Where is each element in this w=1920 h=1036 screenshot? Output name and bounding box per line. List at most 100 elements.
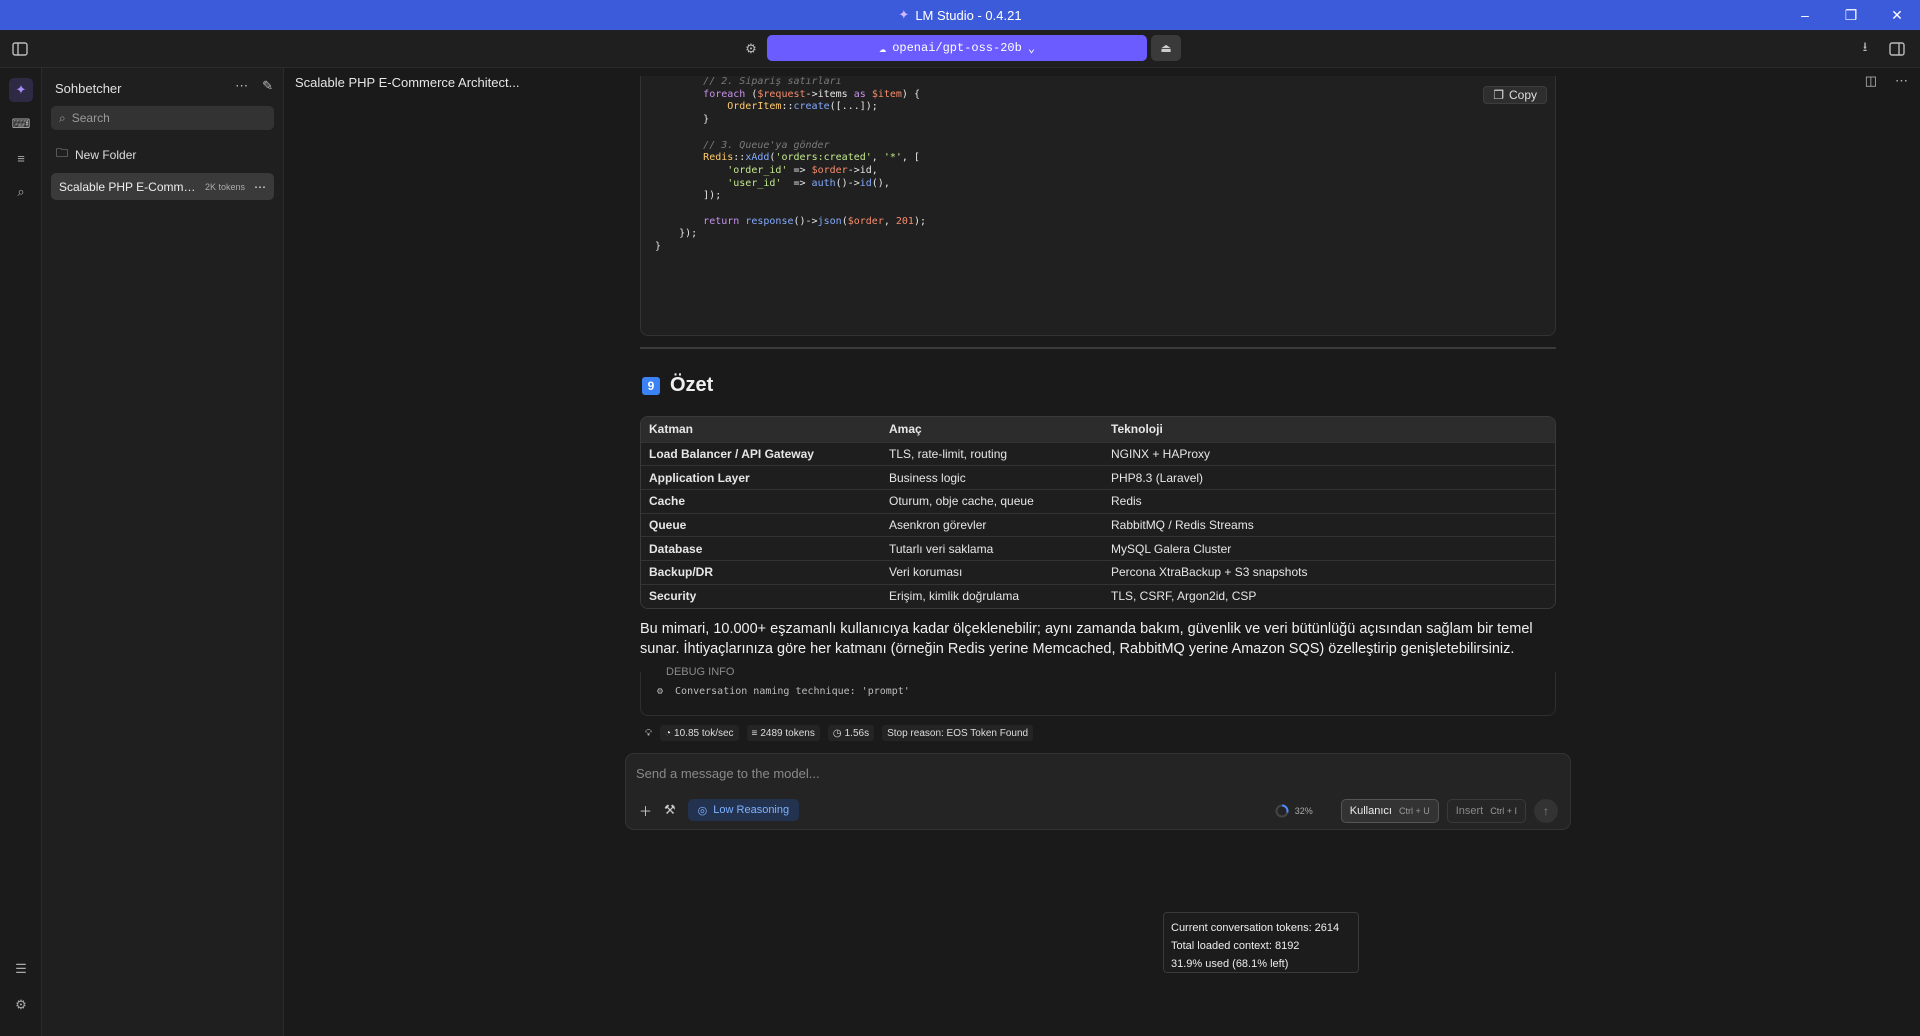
- section-title: Özet: [670, 374, 714, 396]
- divider: [640, 347, 1556, 349]
- settings-gear-icon[interactable]: ⚙: [9, 993, 33, 1017]
- context-ring-icon: [1275, 804, 1289, 818]
- split-view-icon[interactable]: ◫: [1865, 73, 1877, 89]
- table-cell: Security: [641, 583, 881, 608]
- chevron-down-icon: ⌄: [1027, 41, 1036, 56]
- generation-stats: 💡︎ ◔ 10.85 tok/sec ≡ 2489 tokens ◷ 1.56s St…: [645, 725, 1034, 741]
- summary-table: Katman Amaç Teknoloji Load Balancer / AP…: [640, 416, 1556, 609]
- table-header-cell: Katman: [641, 417, 881, 442]
- time-value: 1.56s: [844, 727, 870, 739]
- table-cell: Backup/DR: [641, 559, 881, 585]
- window-controls: – ❐ ✕: [1782, 0, 1920, 30]
- lightbulb-icon[interactable]: 💡︎: [645, 728, 652, 739]
- table-row: Load Balancer / API Gateway TLS, rate-li…: [641, 441, 1555, 466]
- developer-terminal-icon[interactable]: ⌨: [9, 112, 33, 136]
- new-folder-button[interactable]: 🗀 New Folder: [56, 144, 136, 165]
- speed-value: 10.85 tok/sec: [674, 727, 734, 739]
- runtime-icon[interactable]: ☰: [9, 957, 33, 981]
- insert-shortcut: Ctrl + I: [1490, 806, 1517, 816]
- copy-icon: ❐: [1493, 88, 1504, 102]
- send-button[interactable]: ↑: [1534, 799, 1558, 823]
- tokens-value: 2489 tokens: [760, 727, 815, 739]
- tooltip-line: Current conversation tokens: 2614: [1171, 922, 1340, 934]
- table-cell: PHP8.3 (Laravel): [1103, 465, 1555, 490]
- table-cell: Queue: [641, 512, 881, 537]
- table-header-cell: Amaç: [881, 417, 1103, 442]
- reasoning-label: Low Reasoning: [713, 804, 790, 816]
- message-input[interactable]: [636, 766, 1056, 781]
- context-usage-indicator[interactable]: 32%: [1275, 804, 1313, 818]
- chat-list-item-name: Scalable PHP E-Comme...: [59, 179, 197, 194]
- table-header-cell: Teknoloji: [1103, 417, 1555, 442]
- table-cell: Redis: [1103, 488, 1555, 514]
- chat-token-count: 2K tokens: [204, 181, 245, 192]
- table-cell: Oturum, obje cache, queue: [881, 488, 1103, 514]
- code-block: // 2. Sipariş satırları foreach ($reques…: [640, 76, 1556, 336]
- discover-search-icon[interactable]: ⌕: [9, 180, 33, 204]
- chat-more-icon[interactable]: ⋯: [254, 180, 266, 194]
- composer-right-controls: 32% Kullanıcı Ctrl + U Insert Ctrl + I ↑: [1275, 799, 1558, 823]
- model-settings-gear-icon[interactable]: ⚙: [741, 39, 761, 59]
- debug-row: ⚙ Conversation naming technique: 'prompt…: [657, 686, 910, 697]
- code-content: // 2. Sipariş satırları foreach ($reques…: [655, 76, 926, 253]
- context-percent: 32%: [1294, 806, 1313, 816]
- table-row: Application Layer Business logic PHP8.3 …: [641, 465, 1555, 490]
- close-icon[interactable]: ✕: [1874, 0, 1920, 30]
- chat-more-options-icon[interactable]: ⋯: [1895, 73, 1908, 89]
- table-row: Backup/DR Veri koruması Percona XtraBack…: [641, 559, 1555, 585]
- code-comment: // 3. Queue'ya gönder: [703, 139, 830, 151]
- eject-model-button[interactable]: ⏏: [1151, 35, 1181, 61]
- more-options-icon[interactable]: ⋯: [235, 78, 248, 94]
- table-cell: Database: [641, 536, 881, 561]
- table-cell: Cache: [641, 488, 881, 514]
- download-icon[interactable]: ⭳: [1855, 39, 1875, 59]
- maximize-icon[interactable]: ❐: [1828, 0, 1874, 30]
- new-chat-icon[interactable]: ✎: [262, 78, 273, 94]
- table-cell: Erişim, kimlik doğrulama: [881, 583, 1103, 608]
- lmstudio-logo-icon: ✦: [898, 7, 910, 22]
- attach-plus-icon[interactable]: ＋: [639, 801, 652, 820]
- gauge-icon: ◔: [665, 727, 672, 739]
- tokens-stat: ≡ 2489 tokens: [746, 725, 820, 741]
- section-heading: 9 Özet: [642, 374, 713, 397]
- table-cell: Percona XtraBackup + S3 snapshots: [1103, 559, 1555, 585]
- role-label: Kullanıcı: [1349, 805, 1392, 817]
- chat-area: Scalable PHP E-Commerce Architect... ◫ ⋯…: [285, 68, 1920, 1036]
- copy-label: Copy: [1508, 88, 1537, 102]
- tools-hammer-icon[interactable]: ⚒: [664, 802, 676, 818]
- eject-icon: ⏏: [1160, 41, 1172, 55]
- models-library-icon[interactable]: ≡: [9, 146, 33, 170]
- table-cell: Asenkron görevler: [881, 512, 1103, 537]
- reasoning-toggle-button[interactable]: ◎ Low Reasoning: [687, 799, 800, 821]
- table-cell: Veri koruması: [881, 559, 1103, 585]
- message-composer: ＋ ⚒ ◎ Low Reasoning 32% Kullanıcı Ctrl +…: [625, 753, 1571, 830]
- chat-title: Scalable PHP E-Commerce Architect...: [295, 75, 520, 90]
- model-selector[interactable]: ☁ openai/gpt-oss-20b ⌄: [767, 35, 1147, 61]
- right-panel-icon[interactable]: [1887, 39, 1907, 59]
- keycap-number-icon: 9: [642, 376, 660, 395]
- chat-nav-icon[interactable]: ✦: [9, 78, 33, 102]
- toggle-sidebar-icon[interactable]: [10, 39, 30, 59]
- insert-button[interactable]: Insert Ctrl + I: [1446, 799, 1526, 823]
- search-placeholder: Search: [71, 111, 110, 125]
- folder-plus-icon: 🗀: [56, 146, 69, 160]
- role-user-button[interactable]: Kullanıcı Ctrl + U: [1340, 799, 1439, 823]
- table-row: Security Erişim, kimlik doğrulama TLS, C…: [641, 583, 1555, 608]
- table-cell: TLS, CSRF, Argon2id, CSP: [1103, 583, 1555, 608]
- debug-text: Conversation naming technique: 'prompt': [675, 686, 910, 697]
- table-header-row: Katman Amaç Teknoloji: [641, 417, 1555, 442]
- minimize-icon[interactable]: –: [1782, 0, 1828, 30]
- time-stat: ◷ 1.56s: [827, 725, 875, 741]
- code-comment: // 2. Sipariş satırları: [703, 76, 842, 87]
- title-bar: ✦ LM Studio - 0.4.21 – ❐ ✕: [0, 0, 1920, 30]
- table-cell: NGINX + HAProxy: [1103, 441, 1555, 466]
- chat-header-controls: ◫ ⋯: [1865, 73, 1908, 89]
- table-row: Database Tutarlı veri saklama MySQL Gale…: [641, 536, 1555, 561]
- search-box[interactable]: ⌕ Search: [51, 106, 274, 130]
- tokens-icon: ≡: [751, 727, 758, 739]
- tooltip-line: Total loaded context: 8192: [1171, 940, 1300, 952]
- table-cell: Tutarlı veri saklama: [881, 536, 1103, 561]
- chat-list-item[interactable]: Scalable PHP E-Comme... 2K tokens ⋯: [51, 173, 274, 200]
- sidebar-title: Sohbetcher: [55, 81, 122, 96]
- copy-code-button[interactable]: ❐ Copy: [1483, 86, 1547, 104]
